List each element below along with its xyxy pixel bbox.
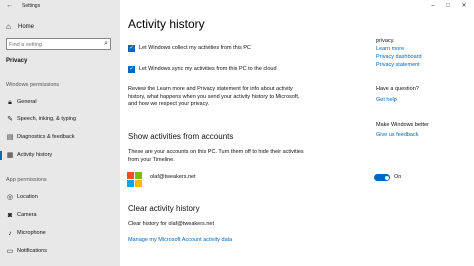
sync-activities-label[interactable]: Let Windows sync my activities from this… bbox=[139, 66, 277, 72]
search-icon[interactable]: ⌕ bbox=[104, 39, 108, 49]
sidebar-item-label: Speech, inking, & typing bbox=[17, 116, 77, 122]
collect-activities-label[interactable]: Let Windows collect my activities from t… bbox=[139, 45, 251, 51]
sidebar-item-location[interactable]: ◎ Location bbox=[0, 191, 120, 204]
sidebar-item-label: Microphone bbox=[17, 230, 46, 236]
sidebar-item-label: Location bbox=[17, 194, 38, 200]
sidebar-item-label: Camera bbox=[17, 212, 37, 218]
make-better-heading: Make Windows better bbox=[376, 122, 429, 128]
sidebar-item-activity-history[interactable]: ▦ Activity history bbox=[0, 149, 120, 162]
category-title: Privacy bbox=[6, 58, 28, 64]
get-help-link[interactable]: Get help bbox=[376, 97, 397, 103]
accounts-description: These are your accounts on this PC. Turn… bbox=[128, 149, 304, 163]
window-title: Settings bbox=[22, 3, 41, 9]
sidebar-item-label: Notifications bbox=[17, 248, 47, 254]
manage-activity-link[interactable]: Manage my Microsoft Account activity dat… bbox=[128, 237, 232, 243]
selection-indicator bbox=[0, 151, 2, 160]
minimize-icon[interactable]: – bbox=[428, 1, 438, 11]
sidebar-home[interactable]: ⌂ Home bbox=[0, 20, 120, 34]
home-label: Home bbox=[18, 24, 35, 30]
page-title: Activity history bbox=[128, 17, 205, 31]
clear-heading: Clear activity history bbox=[128, 204, 200, 213]
question-heading: Have a question? bbox=[376, 86, 419, 92]
search-input[interactable] bbox=[9, 40, 99, 49]
account-email: olaf@tweakers.net bbox=[150, 174, 196, 180]
microsoft-logo-icon bbox=[127, 172, 143, 188]
notifications-icon: ▭ bbox=[6, 248, 14, 255]
sidebar-item-microphone[interactable]: ♪ Microphone bbox=[0, 227, 120, 240]
camera-icon: ◙ bbox=[7, 212, 13, 219]
sidebar-item-label: Diagnostics & feedback bbox=[17, 134, 75, 140]
learn-more-link[interactable]: Learn more bbox=[376, 46, 404, 52]
sidebar-item-camera[interactable]: ◙ Camera bbox=[0, 209, 120, 222]
app-permissions-header: App permissions bbox=[6, 177, 47, 183]
accounts-heading: Show activities from accounts bbox=[128, 132, 234, 141]
privacy-dashboard-link[interactable]: Privacy dashboard bbox=[376, 54, 422, 60]
sync-activities-checkbox[interactable]: ✓ bbox=[128, 66, 135, 73]
pen-icon: ✎ bbox=[7, 116, 13, 123]
privacy-statement-link[interactable]: Privacy statement bbox=[376, 62, 420, 68]
location-icon: ◎ bbox=[6, 194, 14, 201]
feedback-icon: ▤ bbox=[6, 134, 14, 141]
title-bar: ← Settings – □ ✕ bbox=[0, 0, 474, 12]
sidebar-item-label: General bbox=[17, 99, 37, 105]
maximize-icon[interactable]: □ bbox=[443, 1, 453, 11]
sidebar: ⌂ Home ⌕ Privacy Windows permissions 🔒︎ … bbox=[0, 0, 120, 266]
lock-icon: 🔒︎ bbox=[8, 99, 12, 106]
right-panel: privacy. Learn more Privacy dashboard Pr… bbox=[376, 0, 474, 266]
close-icon[interactable]: ✕ bbox=[459, 1, 469, 11]
history-icon: ▦ bbox=[6, 152, 14, 159]
sidebar-item-notifications[interactable]: ▭ Notifications bbox=[0, 245, 120, 258]
privacy-snippet: privacy. bbox=[376, 38, 395, 44]
clear-history-label: Clear history for olaf@tweakers.net bbox=[128, 221, 214, 227]
sidebar-item-label: Activity history bbox=[17, 152, 53, 158]
sidebar-item-diagnostics[interactable]: ▤ Diagnostics & feedback bbox=[0, 131, 120, 144]
home-icon: ⌂ bbox=[6, 22, 11, 31]
sidebar-item-speech[interactable]: ✎ Speech, inking, & typing bbox=[0, 113, 120, 126]
collect-activities-checkbox[interactable]: ✓ bbox=[128, 45, 135, 52]
windows-permissions-header: Windows permissions bbox=[6, 82, 60, 88]
back-arrow-icon[interactable]: ← bbox=[6, 1, 13, 11]
review-description: Review the Learn more and Privacy statem… bbox=[128, 86, 300, 107]
feedback-link[interactable]: Give us feedback bbox=[376, 132, 419, 138]
sidebar-item-general[interactable]: 🔒︎ General bbox=[0, 96, 120, 109]
search-box[interactable]: ⌕ bbox=[6, 38, 111, 50]
microphone-icon: ♪ bbox=[8, 230, 12, 237]
